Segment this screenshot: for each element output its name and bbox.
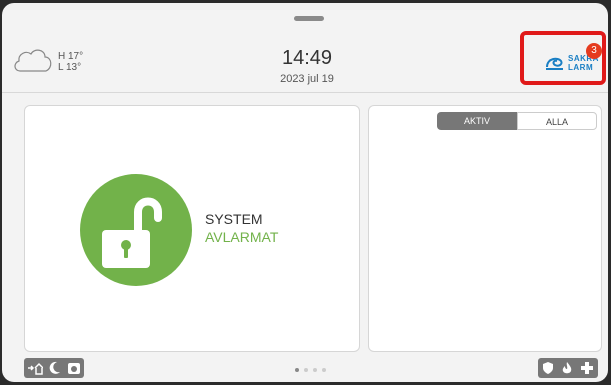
- clock-date: 2023 jul 19: [280, 73, 334, 85]
- page-dot-3[interactable]: [313, 368, 317, 372]
- page-indicator: [295, 368, 326, 372]
- provider-logo-button[interactable]: SAKRA LARM 3: [520, 31, 606, 85]
- tab-alla[interactable]: ALLA: [517, 112, 597, 130]
- notification-badge: 3: [586, 43, 602, 59]
- system-status-line2: AVLARMAT: [205, 229, 279, 245]
- emergency-quick-actions: [538, 358, 598, 378]
- logo-text-line2: LARM: [568, 63, 594, 72]
- tab-aktiv[interactable]: AKTIV: [437, 112, 517, 130]
- arm-away-icon[interactable]: [27, 361, 43, 375]
- page-dot-1[interactable]: [295, 368, 299, 372]
- arm-night-icon[interactable]: [49, 361, 61, 375]
- temperature-low: L 13°: [58, 62, 82, 73]
- unlocked-padlock-icon[interactable]: [80, 174, 192, 286]
- system-status-line1: SYSTEM: [205, 211, 263, 227]
- weather-widget[interactable]: H 17° L 13°: [12, 45, 92, 81]
- medical-cross-icon[interactable]: [580, 361, 594, 375]
- page-dot-2[interactable]: [304, 368, 308, 372]
- temperature-high: H 17°: [58, 51, 84, 62]
- arm-stay-icon[interactable]: [67, 361, 81, 375]
- system-status-panel[interactable]: SYSTEM AVLARMAT: [24, 105, 360, 352]
- sakra-larm-logo-icon: [546, 57, 563, 70]
- arming-quick-actions: [24, 358, 84, 378]
- events-panel: AKTIV ALLA: [368, 105, 602, 352]
- header: H 17° L 13° 14:49 2023 jul 19 SAKRA LARM…: [2, 3, 608, 91]
- shield-icon[interactable]: [542, 361, 554, 375]
- header-divider: [2, 92, 608, 93]
- panel-screen: H 17° L 13° 14:49 2023 jul 19 SAKRA LARM…: [2, 3, 608, 382]
- fire-icon[interactable]: [561, 361, 573, 375]
- page-dot-4[interactable]: [322, 368, 326, 372]
- cloud-icon: [14, 49, 52, 72]
- clock-time: 14:49: [281, 47, 333, 69]
- events-tabs: AKTIV ALLA: [437, 112, 597, 130]
